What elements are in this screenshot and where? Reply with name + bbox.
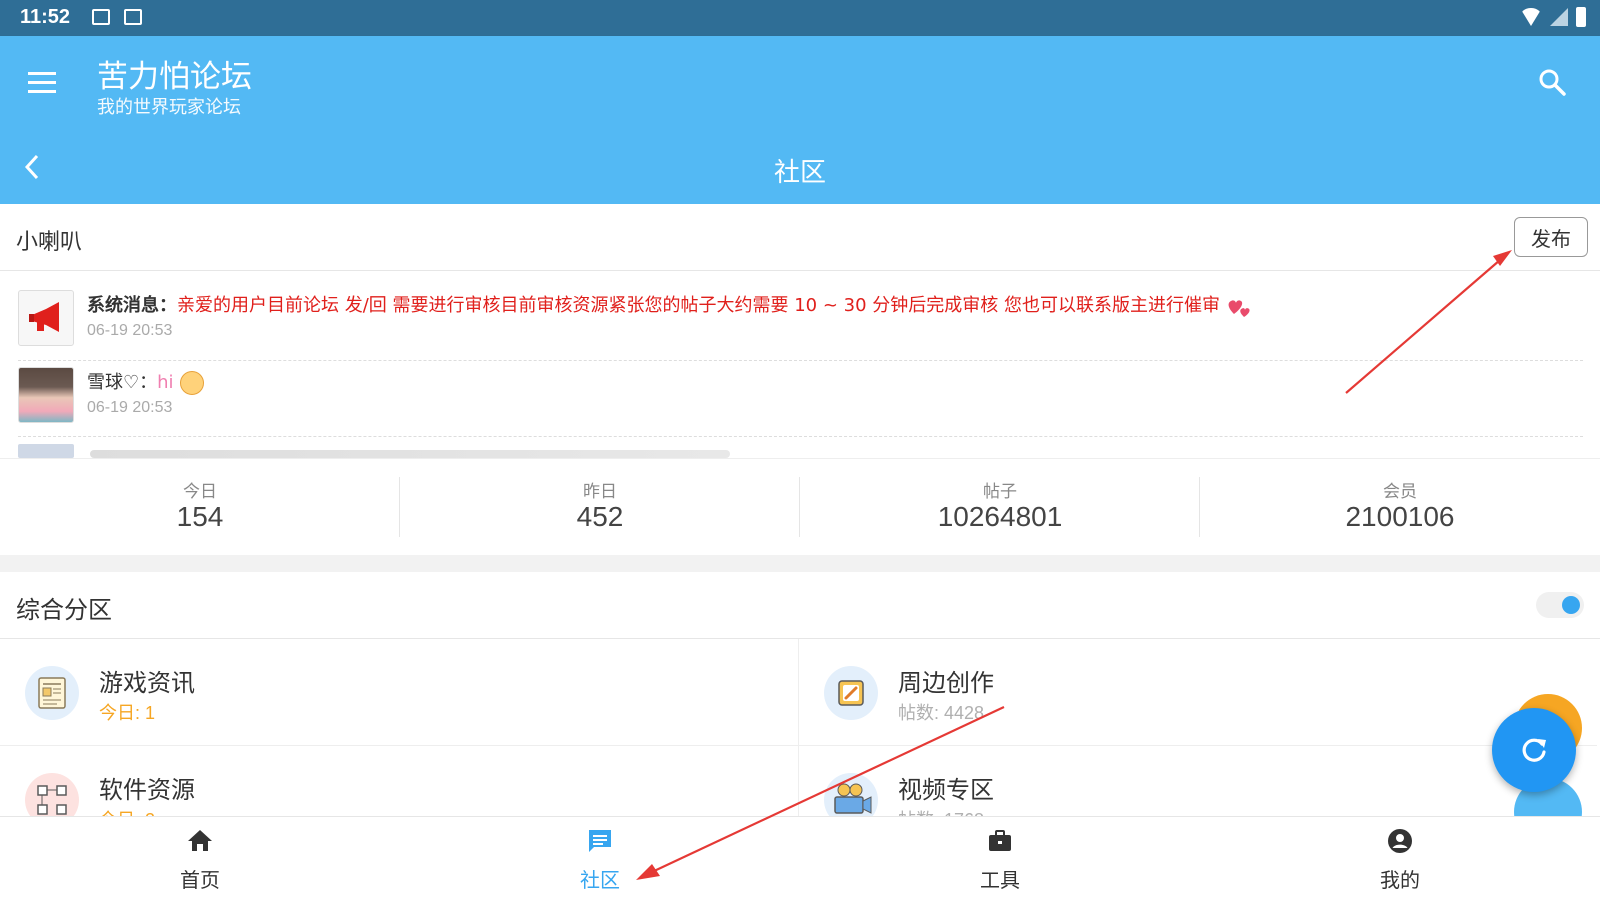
stat-today: 今日 154 <box>0 459 400 555</box>
network-nodes-icon <box>25 773 79 816</box>
forum-item-fan-creation[interactable]: 周边创作 帖数: 4428 <box>799 639 1597 746</box>
forum-item-game-news[interactable]: 游戏资讯 今日: 1 <box>0 639 798 746</box>
message-text: 系统消息：亲爱的用户目前论坛 发/回 需要进行审核目前审核资源紧张您的帖子大约需… <box>87 291 1252 318</box>
account-icon <box>1388 829 1412 853</box>
divider <box>18 436 1583 437</box>
stat-label: 今日 <box>183 482 217 502</box>
keyboard-notification-icon <box>124 9 142 25</box>
forum-name: 软件资源 <box>99 776 195 804</box>
forum-name: 游戏资讯 <box>99 669 195 697</box>
nav-label: 社区 <box>580 868 620 892</box>
stat-posts: 帖子 10264801 <box>800 459 1200 555</box>
message-sender: 雪球♡： <box>87 372 158 393</box>
nav-community[interactable]: 社区 <box>400 817 800 901</box>
section-title: 综合分区 <box>16 596 112 624</box>
nav-label: 我的 <box>1380 868 1420 892</box>
speaker-panel: 小喇叭 发布 系统消息：亲爱的用户目前论坛 发/回 需要进行审核目前审核资源紧张… <box>0 204 1600 458</box>
stat-label: 帖子 <box>983 482 1017 502</box>
app-bar: 苦力怕论坛 我的世界玩家论坛 <box>0 36 1600 132</box>
message-text: 雪球♡：hi <box>87 368 204 395</box>
video-camera-icon <box>824 773 878 816</box>
home-icon <box>188 830 212 851</box>
chat-icon <box>589 830 611 852</box>
nav-profile[interactable]: 我的 <box>1200 817 1600 901</box>
status-time: 11:52 <box>20 6 71 28</box>
forum-name: 视频专区 <box>898 776 994 804</box>
nav-tools[interactable]: 工具 <box>800 817 1200 901</box>
forum-name: 周边创作 <box>898 669 994 697</box>
divider <box>0 270 1600 271</box>
bottom-navigation: 首页 社区 工具 我的 <box>0 816 1600 901</box>
forum-subtitle: 帖数: 4428 <box>898 703 985 723</box>
speaker-title: 小喇叭 <box>16 230 83 255</box>
stat-value: 2100106 <box>1345 501 1455 532</box>
megaphone-icon <box>29 302 59 332</box>
nav-label: 工具 <box>980 868 1020 892</box>
search-icon[interactable] <box>1538 68 1566 96</box>
briefcase-icon <box>989 830 1011 851</box>
refresh-icon <box>1522 738 1546 762</box>
divider <box>798 639 799 816</box>
forum-subtitle: 今日: 2 <box>99 806 155 816</box>
forum-subtitle: 帖数: 1768 <box>898 806 984 816</box>
app-subtitle: 我的世界玩家论坛 <box>97 97 241 118</box>
system-avatar <box>18 290 74 346</box>
status-bar: 11:52 <box>0 0 1600 36</box>
message-sender: 系统消息： <box>87 295 177 316</box>
wifi-icon <box>1520 8 1542 26</box>
section-collapse-toggle[interactable] <box>1536 592 1584 618</box>
blush-emoji-icon <box>179 371 204 395</box>
forum-stats: 今日 154 昨日 452 帖子 10264801 会员 2100106 <box>0 458 1600 555</box>
section-header: 综合分区 <box>0 572 1600 639</box>
stat-members: 会员 2100106 <box>1200 459 1600 555</box>
message-text-partial <box>90 450 730 458</box>
page-title: 社区 <box>773 158 826 188</box>
stat-label: 会员 <box>1383 482 1417 502</box>
user-avatar[interactable] <box>18 367 74 423</box>
nav-label: 首页 <box>180 868 220 892</box>
nav-home[interactable]: 首页 <box>0 817 400 901</box>
newspaper-icon <box>25 666 79 720</box>
stat-yesterday: 昨日 452 <box>400 459 800 555</box>
app-title: 苦力怕论坛 <box>97 59 252 95</box>
battery-icon <box>1576 7 1586 27</box>
publish-button[interactable]: 发布 <box>1514 217 1588 257</box>
user-avatar-partial <box>18 444 74 458</box>
forum-grid: 游戏资讯 今日: 1 周边创作 帖数: 4428 软件资源 今日: 2 <box>0 639 1600 816</box>
message-time: 06-19 20:53 <box>87 399 173 416</box>
stat-label: 昨日 <box>583 482 617 502</box>
forum-item-video[interactable]: 视频专区 帖数: 1768 <box>799 746 1597 816</box>
refresh-fab[interactable] <box>1492 708 1576 792</box>
stat-value: 10264801 <box>937 501 1063 532</box>
menu-icon[interactable] <box>28 72 56 94</box>
gallery-notification-icon <box>92 9 110 25</box>
hearts-emoji-icon <box>1228 300 1250 317</box>
sub-bar: 社区 <box>0 132 1600 204</box>
forum-subtitle: 今日: 1 <box>99 703 156 723</box>
stat-value: 452 <box>576 501 624 532</box>
message-content: hi <box>157 372 174 393</box>
stat-value: 154 <box>176 501 224 532</box>
message-content: 亲爱的用户目前论坛 发/回 需要进行审核目前审核资源紧张您的帖子大约需要 10 … <box>177 295 1221 316</box>
message-time: 06-19 20:53 <box>87 322 173 339</box>
forum-item-software[interactable]: 软件资源 今日: 2 <box>0 746 798 816</box>
divider <box>18 360 1583 361</box>
edit-note-icon <box>824 666 878 720</box>
signal-icon <box>1550 8 1568 26</box>
